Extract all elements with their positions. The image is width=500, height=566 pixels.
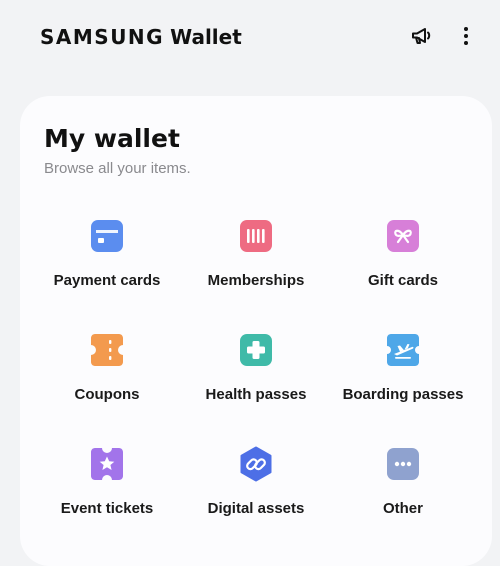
category-gift-cards[interactable]: Gift cards <box>328 214 478 306</box>
more-options-button[interactable] <box>450 22 482 54</box>
category-label: Other <box>382 500 423 517</box>
more-vertical-icon <box>454 24 478 53</box>
brand-samsung: SAMSUNG <box>40 25 165 49</box>
category-label: Coupons <box>74 386 140 403</box>
category-memberships[interactable]: Memberships <box>181 214 331 306</box>
megaphone-icon <box>410 24 434 53</box>
category-label: Payment cards <box>53 272 161 289</box>
category-other[interactable]: Other <box>328 442 478 534</box>
announcements-button[interactable] <box>406 22 438 54</box>
membership-barcode-icon <box>238 218 274 254</box>
category-event-tickets[interactable]: Event tickets <box>32 442 182 534</box>
page-title: My wallet <box>44 124 180 153</box>
category-payment-cards[interactable]: Payment cards <box>32 214 182 306</box>
category-boarding-passes[interactable]: Boarding passes <box>328 328 478 420</box>
link-hexagon-icon <box>238 446 274 482</box>
airplane-ticket-icon <box>385 332 421 368</box>
coupon-icon <box>89 332 125 368</box>
category-digital-assets[interactable]: Digital assets <box>181 442 331 534</box>
health-plus-icon <box>238 332 274 368</box>
category-label: Digital assets <box>207 500 305 517</box>
star-ticket-icon <box>89 446 125 482</box>
category-label: Event tickets <box>60 500 154 517</box>
category-health-passes[interactable]: Health passes <box>181 328 331 420</box>
page-subtitle: Browse all your items. <box>44 160 191 177</box>
ellipsis-icon <box>385 446 421 482</box>
payment-card-icon <box>89 218 125 254</box>
category-label: Memberships <box>207 272 305 289</box>
category-label: Boarding passes <box>342 386 464 403</box>
gift-ribbon-icon <box>385 218 421 254</box>
my-wallet-card: My wallet Browse all your items. Payment… <box>20 96 492 566</box>
category-label: Gift cards <box>367 272 439 289</box>
brand-wallet: Wallet <box>170 25 242 49</box>
category-coupons[interactable]: Coupons <box>32 328 182 420</box>
app-header: SAMSUNG Wallet <box>0 0 500 78</box>
category-label: Health passes <box>205 386 307 403</box>
app-brand-logo: SAMSUNG Wallet <box>40 24 242 50</box>
